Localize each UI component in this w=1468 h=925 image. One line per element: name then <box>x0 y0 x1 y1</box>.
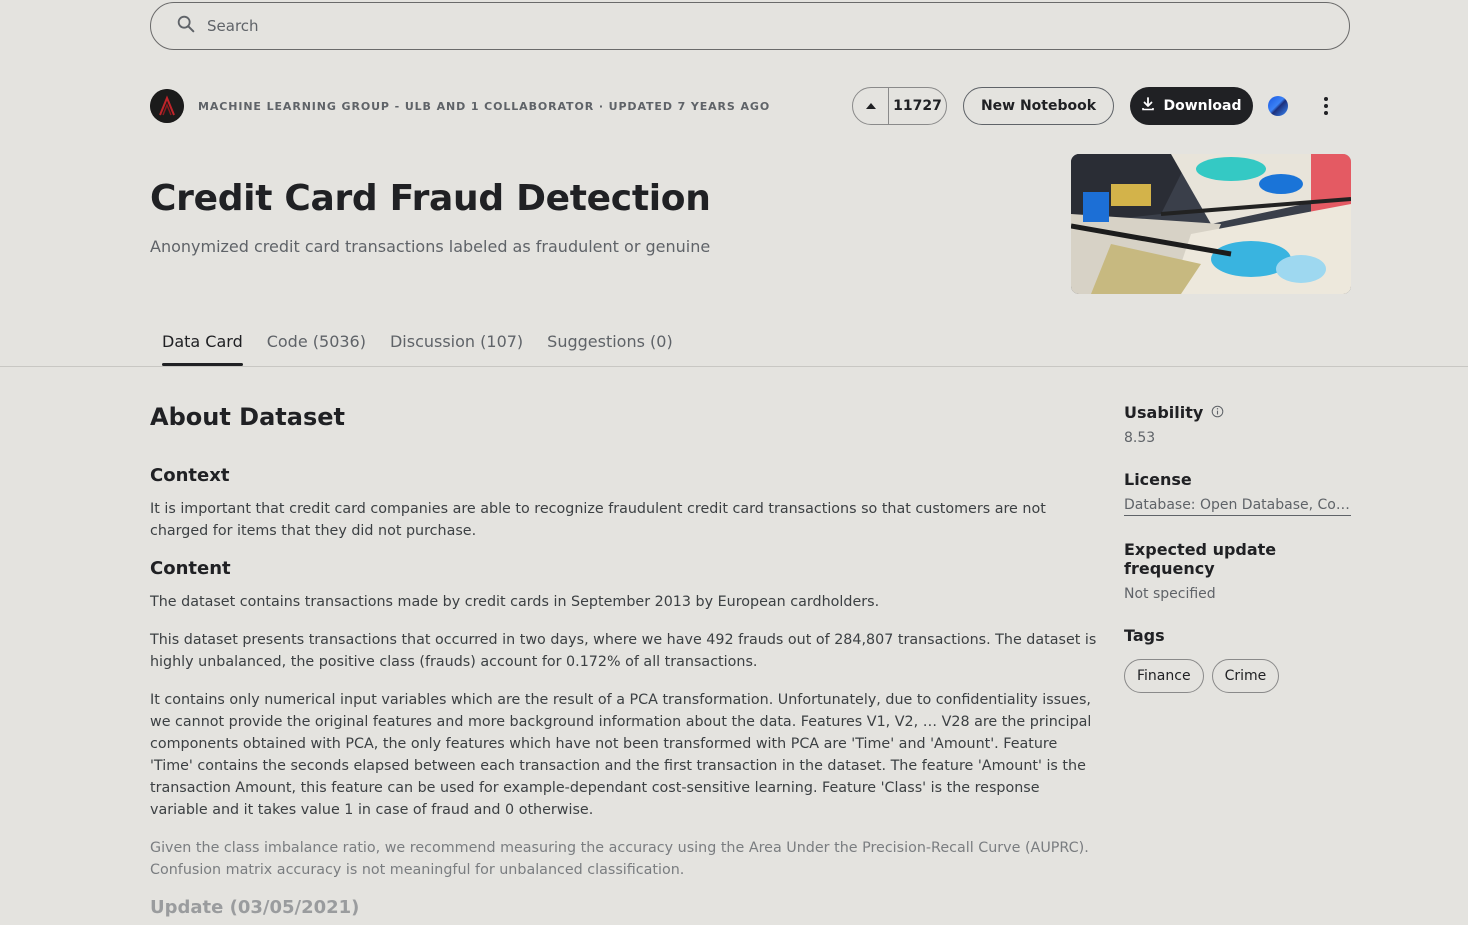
context-text: It is important that credit card compani… <box>150 501 1046 539</box>
about-dataset: About Dataset Context It is important th… <box>150 403 1100 918</box>
license-block: License Database: Open Database, Cont... <box>1124 470 1351 516</box>
tab-divider <box>0 366 1468 367</box>
vote-count: 11727 <box>893 98 942 114</box>
download-icon <box>1141 97 1155 115</box>
dataset-cover-image <box>1071 154 1351 294</box>
update-frequency-label: Expected update frequency <box>1124 540 1277 578</box>
context-heading: Context <box>150 465 230 486</box>
new-notebook-button[interactable]: New Notebook <box>963 87 1114 125</box>
dataset-page: Search MACHINE LEARNING GROUP - ULB AND … <box>0 0 1468 925</box>
upvote-control[interactable]: 11727 <box>852 87 947 125</box>
user-avatar[interactable] <box>1268 96 1288 116</box>
tab-bar: Data Card Code (5036) Discussion (107) S… <box>150 328 685 366</box>
owner-text[interactable]: MACHINE LEARNING GROUP - ULB AND 1 COLLA… <box>198 100 770 113</box>
content-paragraph-2: This dataset presents transactions that … <box>150 632 1097 670</box>
content-paragraph-4: Given the class imbalance ratio, we reco… <box>150 840 1089 878</box>
content-heading: Content <box>150 558 231 579</box>
usability-label: Usability <box>1124 403 1204 422</box>
search-icon <box>175 13 197 39</box>
more-vertical-icon[interactable] <box>1316 94 1336 118</box>
tags-block: Tags Finance Crime <box>1124 626 1351 693</box>
update-frequency-value: Not specified <box>1124 586 1216 602</box>
usability-block: Usability 8.53 <box>1124 403 1351 446</box>
license-label: License <box>1124 470 1192 489</box>
usability-value: 8.53 <box>1124 430 1156 446</box>
tag-crime[interactable]: Crime <box>1211 659 1280 693</box>
caret-up-icon[interactable] <box>853 88 889 124</box>
search-bar[interactable]: Search <box>150 2 1350 50</box>
download-button[interactable]: Download <box>1130 87 1253 125</box>
tab-code[interactable]: Code (5036) <box>255 328 378 366</box>
tag-list: Finance Crime <box>1124 659 1351 693</box>
info-icon[interactable] <box>1211 403 1224 422</box>
download-label: Download <box>1163 98 1242 114</box>
tag-finance[interactable]: Finance <box>1124 659 1204 693</box>
dataset-sidebar: Usability 8.53 License Database: Open Da… <box>1124 403 1351 717</box>
owner-avatar[interactable] <box>150 89 184 123</box>
dataset-subtitle: Anonymized credit card transactions labe… <box>150 237 711 256</box>
tags-label: Tags <box>1124 626 1165 645</box>
dataset-title: Credit Card Fraud Detection <box>150 178 711 219</box>
update-heading: Update (03/05/2021) <box>150 897 360 918</box>
content-paragraph-3: It contains only numerical input variabl… <box>150 692 1092 818</box>
tab-suggestions[interactable]: Suggestions (0) <box>535 328 685 366</box>
tab-data-card[interactable]: Data Card <box>150 328 255 366</box>
update-frequency-block: Expected update frequency Not specified <box>1124 540 1351 602</box>
license-link[interactable]: Database: Open Database, Cont... <box>1124 497 1351 516</box>
search-input[interactable]: Search <box>207 17 259 35</box>
tab-discussion[interactable]: Discussion (107) <box>378 328 535 366</box>
owner-row: MACHINE LEARNING GROUP - ULB AND 1 COLLA… <box>150 88 770 124</box>
about-heading: About Dataset <box>150 403 345 431</box>
content-paragraph-1: The dataset contains transactions made b… <box>150 594 880 610</box>
